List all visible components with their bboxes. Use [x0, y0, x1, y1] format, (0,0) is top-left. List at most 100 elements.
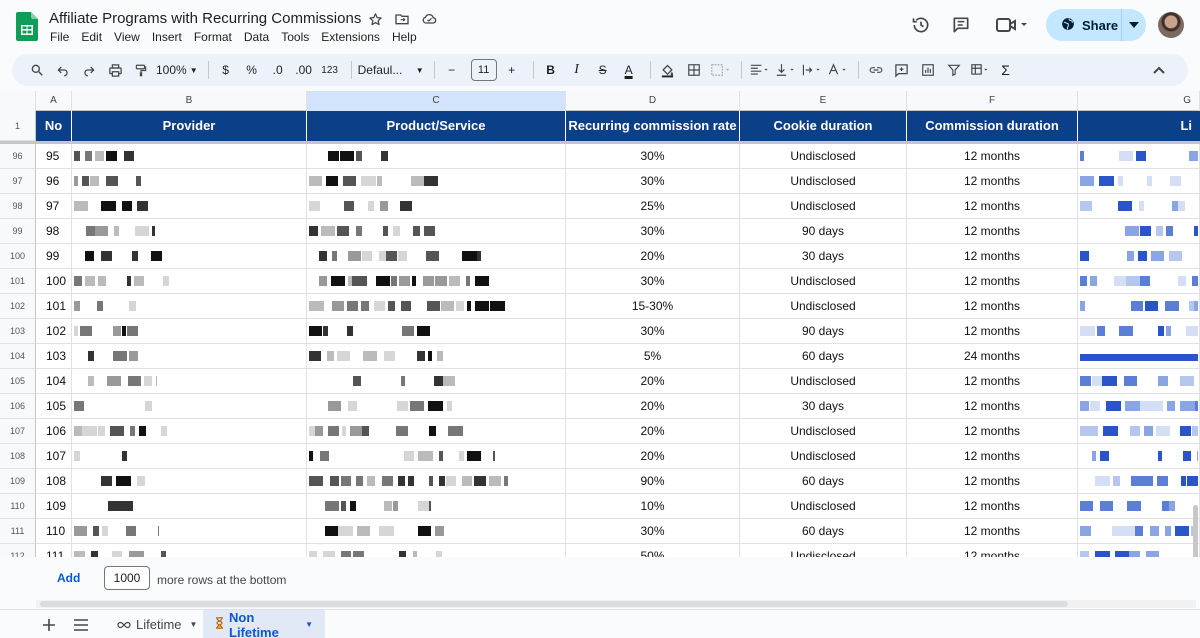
cell-provider[interactable] — [72, 294, 307, 319]
cell-link[interactable] — [1078, 369, 1200, 394]
fill-color-icon[interactable] — [657, 58, 679, 82]
cell-commission-rate[interactable]: 30% — [566, 169, 740, 194]
avatar[interactable] — [1158, 12, 1184, 38]
cell-cookie-duration[interactable]: 90 days — [740, 219, 907, 244]
cell-commission-rate[interactable]: 20% — [566, 444, 740, 469]
decrease-decimal-button[interactable]: .0 — [267, 58, 289, 82]
cell-no[interactable]: 103 — [36, 344, 72, 369]
cell-provider[interactable] — [72, 444, 307, 469]
column-header-g[interactable]: G — [1078, 91, 1200, 111]
cell-product-service[interactable] — [307, 544, 566, 557]
cell-commission-rate[interactable]: 30% — [566, 519, 740, 544]
row-number[interactable]: 110 — [0, 494, 36, 519]
row-number[interactable]: 97 — [0, 169, 36, 194]
cell-no[interactable]: 106 — [36, 419, 72, 444]
row-number[interactable]: 98 — [0, 194, 36, 219]
cell-commission-duration[interactable]: 24 months — [907, 344, 1078, 369]
text-rotation-icon[interactable] — [826, 58, 848, 82]
row-number[interactable]: 109 — [0, 469, 36, 494]
cell-commission-rate[interactable]: 30% — [566, 144, 740, 169]
cell-commission-duration[interactable]: 12 months — [907, 419, 1078, 444]
cell-commission-rate[interactable]: 15-30% — [566, 294, 740, 319]
cell-product-service[interactable] — [307, 219, 566, 244]
strikethrough-icon[interactable]: S — [592, 58, 614, 82]
cell-commission-duration[interactable]: 12 months — [907, 394, 1078, 419]
cell-provider[interactable] — [72, 519, 307, 544]
cell-cookie-duration[interactable]: Undisclosed — [740, 369, 907, 394]
cell-no[interactable]: 97 — [36, 194, 72, 219]
cell-no[interactable]: 109 — [36, 494, 72, 519]
all-sheets-menu-icon[interactable] — [72, 616, 90, 634]
cell-link[interactable] — [1078, 544, 1200, 557]
cell-commission-rate[interactable]: 30% — [566, 269, 740, 294]
cell-cookie-duration[interactable]: 60 days — [740, 519, 907, 544]
cell-link[interactable] — [1078, 169, 1200, 194]
cell-no[interactable]: 95 — [36, 144, 72, 169]
header-no[interactable]: No — [36, 111, 72, 141]
meet-video-icon[interactable] — [995, 14, 1029, 36]
cell-no[interactable]: 111 — [36, 544, 72, 557]
cell-cookie-duration[interactable]: Undisclosed — [740, 444, 907, 469]
cloud-saved-icon[interactable] — [420, 10, 438, 28]
italic-icon[interactable]: I — [566, 58, 588, 82]
cell-cookie-duration[interactable]: Undisclosed — [740, 419, 907, 444]
filter-icon[interactable] — [943, 58, 965, 82]
vertical-align-icon[interactable] — [774, 58, 796, 82]
cell-product-service[interactable] — [307, 469, 566, 494]
cell-provider[interactable] — [72, 419, 307, 444]
cell-link[interactable] — [1078, 269, 1200, 294]
column-header-f[interactable]: F — [907, 91, 1078, 111]
print-icon[interactable] — [104, 58, 126, 82]
cell-commission-rate[interactable]: 5% — [566, 344, 740, 369]
cell-cookie-duration[interactable]: 60 days — [740, 344, 907, 369]
cell-cookie-duration[interactable]: 30 days — [740, 394, 907, 419]
cell-commission-rate[interactable]: 90% — [566, 469, 740, 494]
cell-product-service[interactable] — [307, 169, 566, 194]
select-all-corner[interactable] — [0, 91, 36, 111]
cell-commission-duration[interactable]: 12 months — [907, 294, 1078, 319]
cell-no[interactable]: 102 — [36, 319, 72, 344]
cell-product-service[interactable] — [307, 394, 566, 419]
search-menus-icon[interactable] — [26, 58, 48, 82]
header-recurring-commission-rate[interactable]: Recurring commission rate — [566, 111, 740, 141]
cell-no[interactable]: 98 — [36, 219, 72, 244]
column-header-c[interactable]: C — [307, 91, 566, 111]
filter-views-icon[interactable] — [969, 58, 991, 82]
cell-product-service[interactable] — [307, 294, 566, 319]
borders-icon[interactable] — [683, 58, 705, 82]
increase-font-size-button[interactable]: + — [501, 58, 523, 82]
horizontal-scrollbar-thumb[interactable] — [40, 601, 1068, 607]
cell-provider[interactable] — [72, 319, 307, 344]
cell-link[interactable] — [1078, 444, 1200, 469]
cell-cookie-duration[interactable]: 60 days — [740, 469, 907, 494]
sheet-tab-non-lifetime[interactable]: Non Lifetime ▼ — [203, 610, 325, 638]
cell-provider[interactable] — [72, 194, 307, 219]
cell-provider[interactable] — [72, 244, 307, 269]
menu-extensions[interactable]: Extensions — [321, 30, 380, 44]
cell-commission-duration[interactable]: 12 months — [907, 144, 1078, 169]
column-header-b[interactable]: B — [72, 91, 307, 111]
functions-icon[interactable]: Σ — [995, 58, 1017, 82]
cell-link[interactable] — [1078, 519, 1200, 544]
cell-cookie-duration[interactable]: 90 days — [740, 319, 907, 344]
cell-link[interactable] — [1078, 319, 1200, 344]
cell-no[interactable]: 108 — [36, 469, 72, 494]
cell-cookie-duration[interactable]: Undisclosed — [740, 494, 907, 519]
cell-no[interactable]: 101 — [36, 294, 72, 319]
comments-icon[interactable] — [950, 14, 972, 36]
row-number[interactable]: 103 — [0, 319, 36, 344]
undo-icon[interactable] — [52, 58, 74, 82]
cell-no[interactable]: 99 — [36, 244, 72, 269]
cell-commission-duration[interactable]: 12 months — [907, 444, 1078, 469]
cell-product-service[interactable] — [307, 144, 566, 169]
row-number[interactable]: 106 — [0, 394, 36, 419]
cell-provider[interactable] — [72, 144, 307, 169]
cell-cookie-duration[interactable]: Undisclosed — [740, 144, 907, 169]
insert-link-icon[interactable] — [865, 58, 887, 82]
cell-no[interactable]: 100 — [36, 269, 72, 294]
cell-link[interactable] — [1078, 219, 1200, 244]
cell-commission-rate[interactable]: 20% — [566, 394, 740, 419]
chevron-down-icon[interactable]: ▼ — [190, 620, 198, 629]
version-history-icon[interactable] — [910, 14, 932, 36]
row-number[interactable]: 99 — [0, 219, 36, 244]
